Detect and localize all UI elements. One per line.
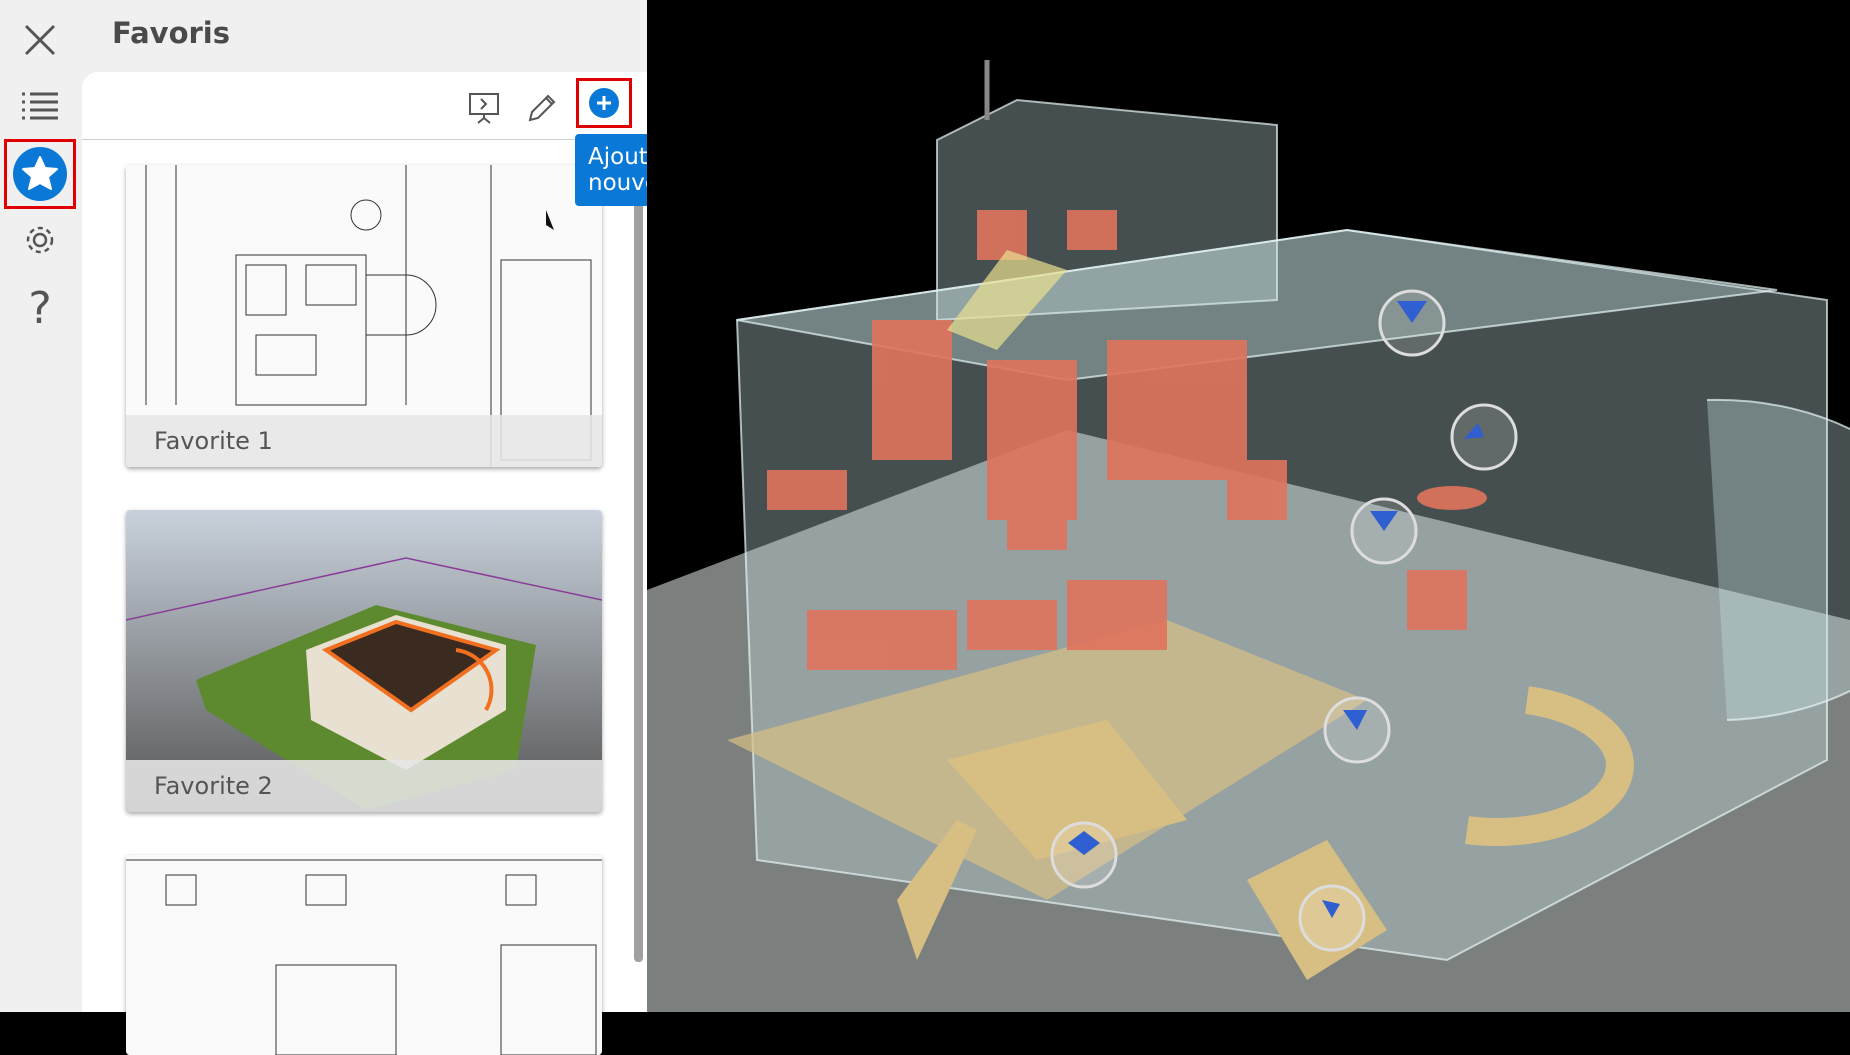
close-button[interactable] [8, 8, 72, 72]
3d-viewport[interactable] [647, 0, 1850, 1012]
gear-icon [26, 226, 54, 254]
edit-button[interactable] [520, 86, 564, 130]
building-model [647, 0, 1850, 1012]
favorite-label: Favorite 1 [126, 415, 602, 467]
add-new-button[interactable] [576, 78, 632, 128]
list-button[interactable] [8, 74, 72, 138]
star-icon [13, 147, 67, 201]
favorite-item-3[interactable] [126, 855, 602, 1055]
plus-circle-icon [589, 88, 619, 118]
pencil-icon [528, 94, 556, 122]
favorite-item-2[interactable]: Favorite 2 [126, 510, 602, 812]
favorite-item-1[interactable]: Favorite 1 [126, 165, 602, 467]
help-button[interactable]: ? [8, 276, 72, 340]
favorite-label: Favorite 2 [126, 760, 602, 812]
toolbar [82, 72, 647, 140]
scrollbar[interactable] [634, 162, 643, 962]
section-drawing-thumbnail [126, 855, 602, 1055]
present-button[interactable] [462, 86, 506, 130]
favorites-card: Favorite 1 Favorite 2 [82, 72, 647, 1055]
close-icon [24, 24, 56, 56]
favorites-panel: Favoris Favorite 1 Favorite 2 Ajouter no… [80, 0, 701, 1055]
settings-button[interactable] [8, 208, 72, 272]
panel-title: Favoris [112, 16, 231, 50]
help-icon: ? [28, 282, 52, 334]
side-rail: ? [0, 0, 80, 1012]
presentation-icon [469, 93, 499, 124]
list-icon [22, 92, 58, 120]
favorites-button[interactable] [4, 139, 76, 209]
